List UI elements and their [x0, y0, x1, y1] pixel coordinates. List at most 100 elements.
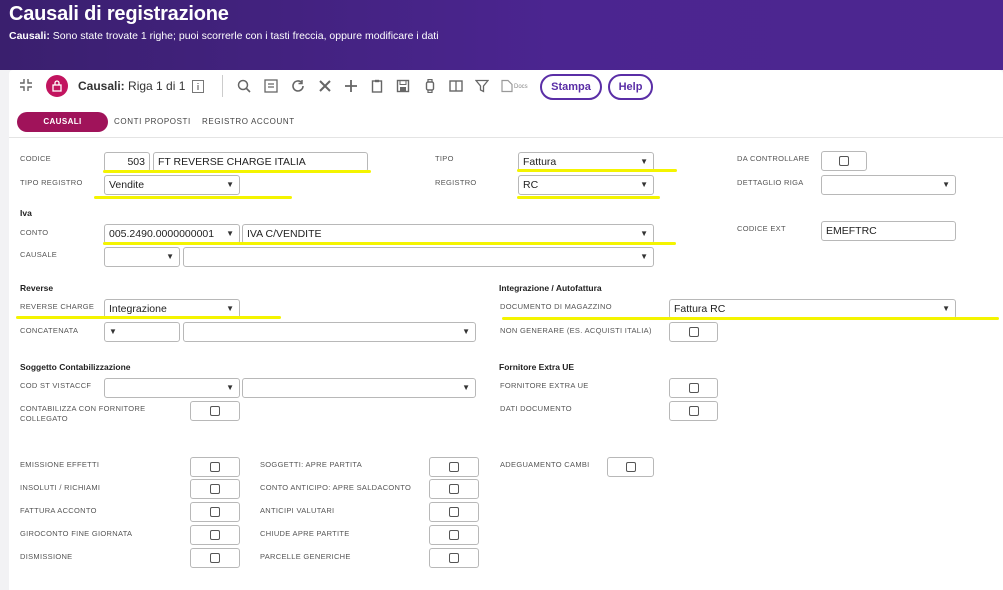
list-icon[interactable]	[263, 79, 279, 96]
tab-causali[interactable]: CAUSALI	[17, 112, 108, 132]
chevron-down-icon: ▼	[640, 229, 648, 238]
tab-conti-proposti[interactable]: CONTI PROPOSTI	[114, 117, 191, 126]
conto-label: CONTO	[20, 228, 49, 237]
breadcrumb: Causali: Riga 1 di 1	[78, 79, 185, 93]
dettaglio-riga-label: DETTAGLIO RIGA	[737, 178, 804, 187]
checkbox-box	[210, 553, 220, 563]
anticipi-valutari-checkbox[interactable]	[429, 502, 479, 522]
dettaglio-riga-select[interactable]: ▼	[821, 175, 956, 195]
docs-label: Docs	[514, 84, 528, 90]
checkbox-box	[839, 156, 849, 166]
watch-icon[interactable]	[422, 78, 438, 96]
documento-magazzino-value: Fattura RC	[674, 303, 726, 315]
refresh-icon[interactable]	[290, 79, 306, 96]
contabilizza-checkbox[interactable]	[190, 401, 240, 421]
checkbox-box	[688, 327, 699, 337]
contabilizza-label: CONTABILIZZA CON FORNITORE COLLEGATO	[20, 404, 145, 424]
dismissione-label: DISMISSIONE	[20, 552, 73, 561]
codice-ext-label: CODICE EXT	[737, 224, 786, 233]
documento-magazzino-label: DOCUMENTO DI MAGAZZINO	[500, 302, 612, 311]
checkbox-box	[210, 530, 220, 540]
highlight-codice	[103, 170, 371, 173]
highlight-tipo	[517, 169, 677, 172]
concatenata-description-select[interactable]: ▼	[183, 322, 476, 342]
registro-select[interactable]: RC ▼	[518, 175, 654, 195]
cod-st-label: COD ST VISTACCF	[20, 381, 92, 390]
registro-value: RC	[523, 179, 539, 191]
chevron-down-icon: ▼	[942, 304, 950, 313]
checkbox-box	[210, 507, 220, 517]
chiude-apre-partite-label: CHIUDE APRE PARTITE	[260, 529, 350, 538]
highlight-conto	[103, 242, 676, 245]
filter-icon[interactable]	[474, 79, 490, 96]
adeguamento-cambi-checkbox[interactable]	[607, 457, 654, 477]
tipo-label: TIPO	[435, 154, 454, 163]
concatenata-label: CONCATENATA	[20, 326, 79, 335]
emissione-effetti-checkbox[interactable]	[190, 457, 240, 477]
cod-st-select[interactable]: ▼	[104, 378, 240, 398]
info-icon[interactable]	[190, 80, 206, 96]
soggetti-apre-partita-checkbox[interactable]	[429, 457, 479, 477]
clipboard-icon[interactable]	[369, 79, 385, 96]
codice-label: CODICE	[20, 154, 51, 163]
tipo-registro-label: TIPO REGISTRO	[20, 178, 83, 187]
tab-registro-account[interactable]: REGISTRO ACCOUNT	[202, 117, 295, 126]
book-icon[interactable]	[448, 79, 464, 96]
giroconto-label: GIROCONTO FINE GIORNATA	[20, 529, 133, 538]
documento-magazzino-select[interactable]: Fattura RC ▼	[669, 299, 956, 319]
lock-icon[interactable]	[46, 75, 68, 97]
non-generare-checkbox[interactable]	[669, 322, 718, 342]
dati-documento-checkbox[interactable]	[669, 401, 718, 421]
conto-description-select[interactable]: IVA C/VENDITE ▼	[242, 224, 654, 244]
conto-anticipo-checkbox[interactable]	[429, 479, 479, 499]
conto-value: 005.2490.0000000001	[109, 228, 215, 240]
chevron-down-icon: ▼	[462, 383, 470, 392]
highlight-registro	[517, 196, 660, 199]
checkbox-box	[449, 507, 459, 517]
da-controllare-checkbox[interactable]	[821, 151, 867, 171]
save-icon[interactable]	[395, 79, 411, 96]
help-button[interactable]: Help	[608, 74, 653, 100]
codice-input[interactable]: 503	[104, 152, 150, 172]
emissione-effetti-label: EMISSIONE EFFETTI	[20, 460, 100, 469]
conto-select[interactable]: 005.2490.0000000001 ▼	[104, 224, 240, 244]
anticipi-valutari-label: ANTICIPI VALUTARI	[260, 506, 335, 515]
chevron-down-icon: ▼	[640, 180, 648, 189]
concatenata-select[interactable]: ▼	[104, 322, 180, 342]
page-title: Causali di registrazione	[9, 3, 229, 25]
fornitore-extra-label: FORNITORE EXTRA UE	[500, 381, 589, 390]
adeguamento-cambi-label: ADEGUAMENTO CAMBI	[500, 460, 590, 469]
chevron-down-icon: ▼	[166, 252, 174, 261]
stampa-button[interactable]: Stampa	[540, 74, 602, 100]
parcelle-generiche-checkbox[interactable]	[429, 548, 479, 568]
dismissione-checkbox[interactable]	[190, 548, 240, 568]
causale-label: CAUSALE	[20, 250, 58, 259]
collapse-icon[interactable]	[18, 78, 34, 95]
docs-icon[interactable]	[499, 79, 515, 96]
checkbox-box	[449, 530, 459, 540]
codice-ext-input[interactable]: EMEFTRC	[821, 221, 956, 241]
checkbox-box	[210, 462, 220, 472]
page-header: Causali di registrazione Causali: Sono s…	[0, 0, 1003, 70]
chiude-apre-partite-checkbox[interactable]	[429, 525, 479, 545]
codice-description-input[interactable]: FT REVERSE CHARGE ITALIA	[153, 152, 368, 172]
status-prefix: Causali:	[9, 30, 50, 42]
fattura-acconto-label: FATTURA ACCONTO	[20, 506, 97, 515]
highlight-reverse-charge	[16, 316, 281, 319]
insoluti-checkbox[interactable]	[190, 479, 240, 499]
chevron-down-icon: ▼	[109, 327, 117, 336]
causale-select[interactable]: ▼	[104, 247, 180, 267]
tipo-value: Fattura	[523, 156, 557, 168]
cod-st-description-select[interactable]: ▼	[242, 378, 476, 398]
causale-description-select[interactable]: ▼	[183, 247, 654, 267]
soggetti-apre-partita-label: SOGGETTI: APRE PARTITA	[260, 460, 363, 469]
giroconto-checkbox[interactable]	[190, 525, 240, 545]
fornitore-extra-checkbox[interactable]	[669, 378, 718, 398]
reverse-section-title: Reverse	[20, 283, 54, 293]
add-icon[interactable]	[343, 79, 359, 96]
checkbox-box	[688, 406, 699, 416]
delete-icon[interactable]	[317, 79, 333, 96]
tipo-registro-select[interactable]: Vendite ▼	[104, 175, 240, 195]
fattura-acconto-checkbox[interactable]	[190, 502, 240, 522]
search-icon[interactable]	[236, 79, 252, 96]
